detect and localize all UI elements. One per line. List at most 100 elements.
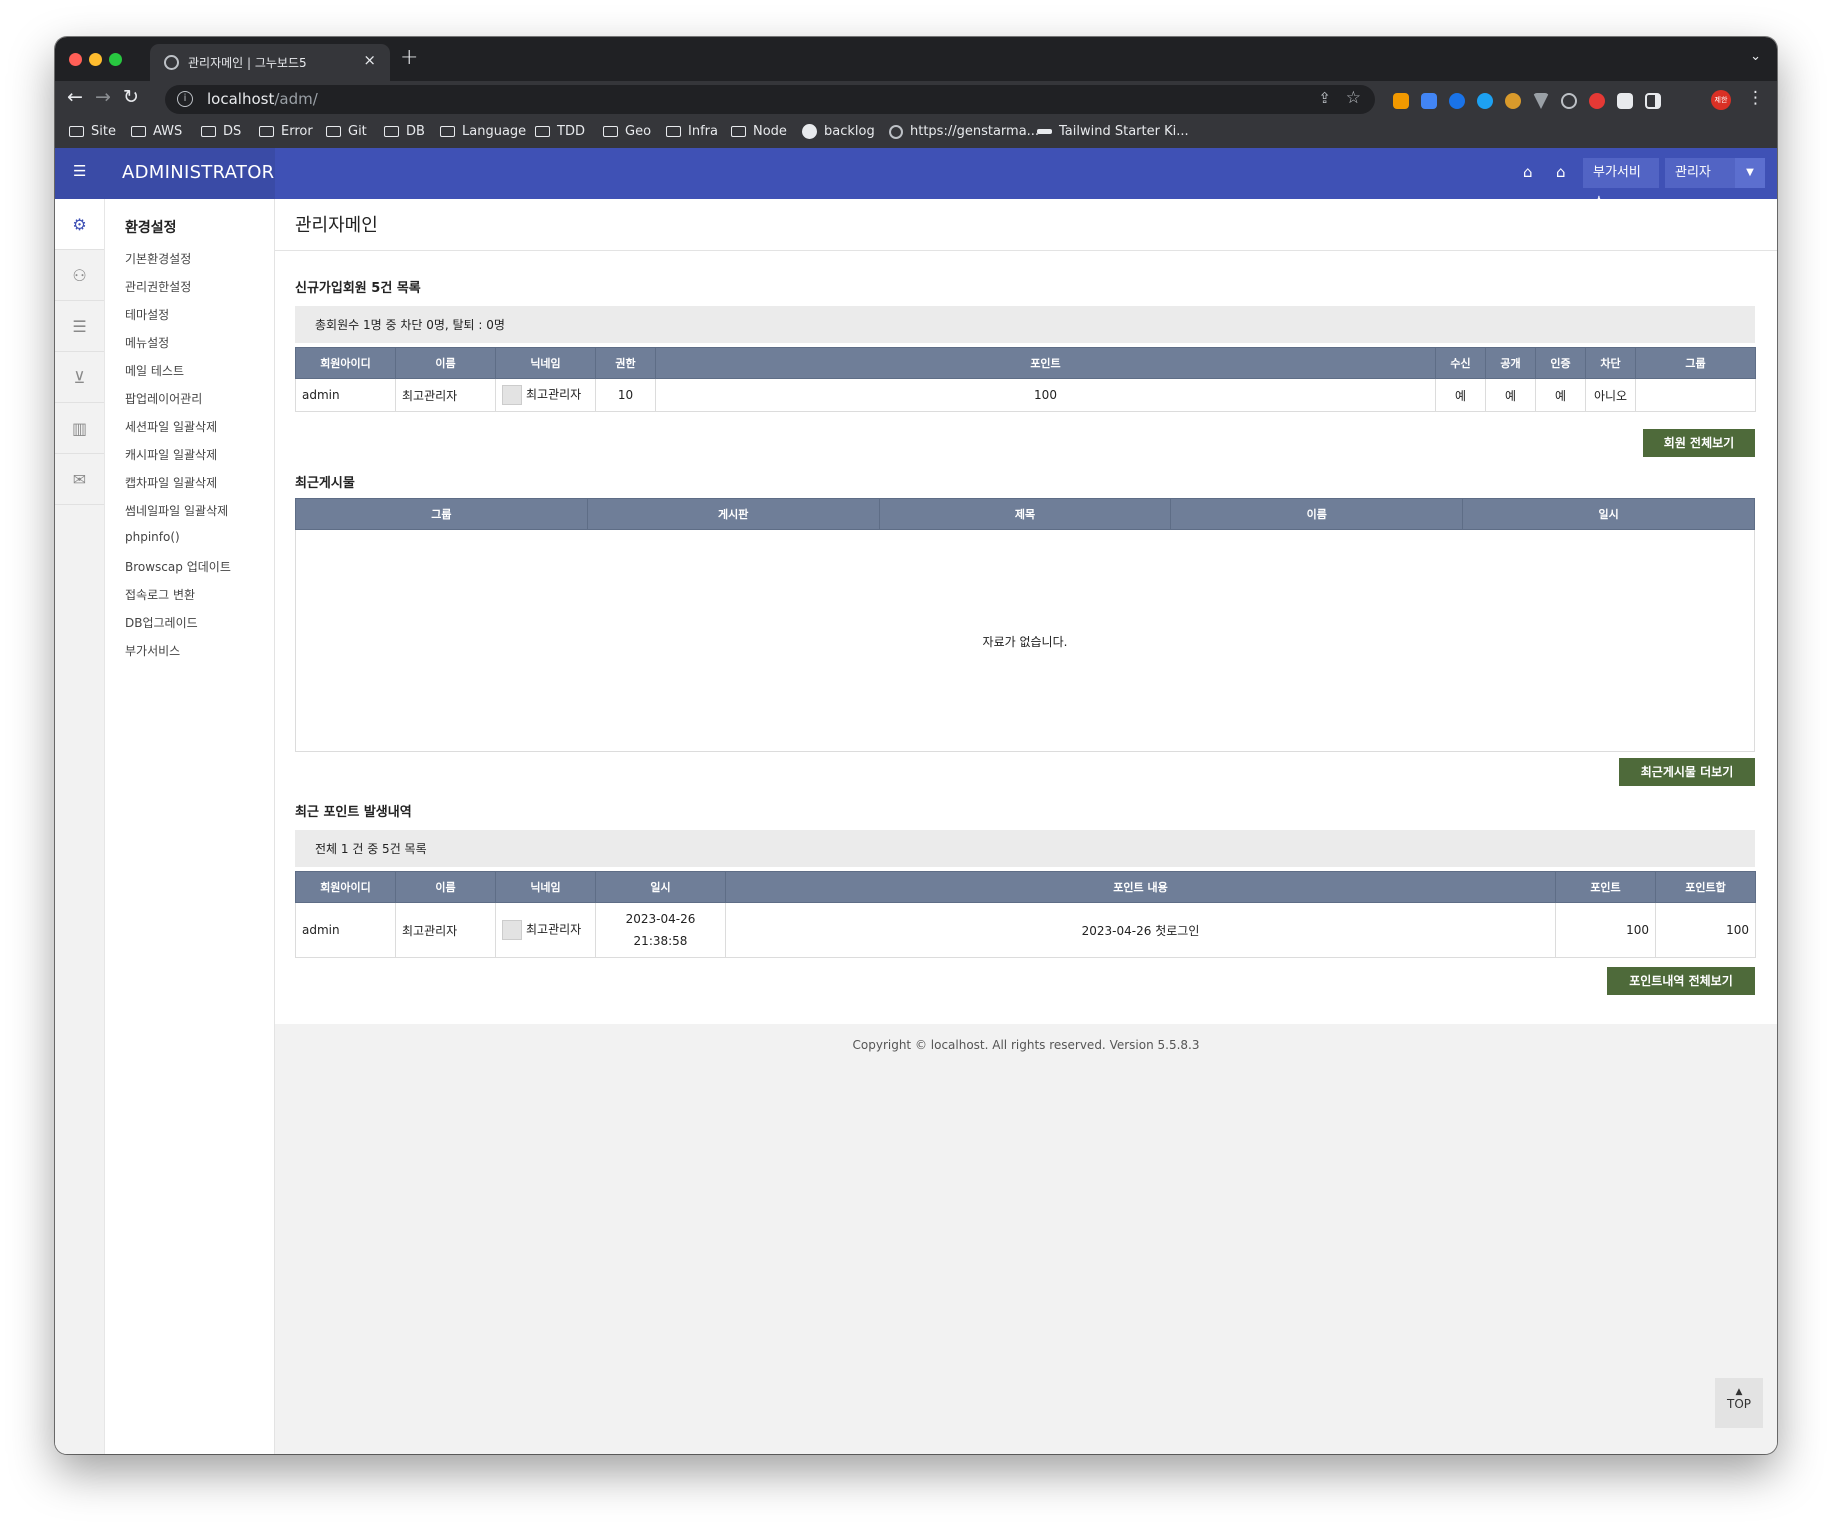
bookmark-site[interactable]: Site	[69, 124, 116, 139]
posts-empty-message: 자료가 없습니다.	[295, 530, 1755, 752]
avatar	[502, 920, 522, 940]
avatar	[502, 385, 522, 405]
bookmark-tdd[interactable]: TDD	[535, 124, 585, 139]
back-button[interactable]: ←	[67, 86, 83, 108]
user-icon[interactable]: ⚇	[55, 250, 104, 301]
extension-translate-icon[interactable]	[1421, 93, 1437, 109]
bookmark-backlog[interactable]: backlog	[802, 124, 875, 139]
all-points-button[interactable]: 포인트내역 전체보기	[1607, 967, 1755, 995]
chevron-down-icon[interactable]: ⌄	[1750, 49, 1761, 64]
member-name: 최고관리자	[395, 378, 496, 412]
col-header: 그룹	[1635, 347, 1756, 379]
admin-header: ☰ ADMINISTRATOR ⌂ ⌂ 부가서비스 관리자 ▼	[55, 148, 1777, 210]
bookmark-git[interactable]: Git	[326, 124, 367, 139]
cart-icon[interactable]: ⊻	[55, 352, 104, 403]
sidebar-item[interactable]: 메일 테스트	[125, 362, 231, 390]
chart-icon[interactable]: ▥	[55, 403, 104, 454]
sidebar-item[interactable]: 팝업레이어관리	[125, 390, 231, 418]
bookmark-star-icon[interactable]: ☆	[1346, 88, 1361, 108]
sidebar-item[interactable]: 메뉴설정	[125, 334, 231, 362]
sidebar-item[interactable]: 관리권한설정	[125, 278, 231, 306]
forward-button[interactable]: →	[95, 86, 111, 108]
bookmark-tailwind[interactable]: Tailwind Starter Ki...	[1037, 124, 1189, 139]
side-panel-icon[interactable]	[1645, 93, 1661, 109]
point-nick-cell[interactable]: 최고관리자	[495, 902, 596, 958]
sidebar-item[interactable]: 캡차파일 일괄삭제	[125, 474, 231, 502]
admin-menu-button[interactable]: 관리자	[1665, 158, 1735, 188]
sidebar-item[interactable]: 세션파일 일괄삭제	[125, 418, 231, 446]
extension-vue-icon[interactable]	[1533, 93, 1549, 109]
bookmark-genstarma[interactable]: https://genstarma...	[889, 124, 1039, 139]
sidebar-item[interactable]: 기본환경설정	[125, 250, 231, 278]
bookmark-ds[interactable]: DS	[201, 124, 241, 139]
info-icon[interactable]: i	[177, 91, 193, 107]
minimize-window-button[interactable]	[89, 53, 102, 66]
home-icon[interactable]: ⌂	[1556, 163, 1566, 181]
member-nick-cell[interactable]: 최고관리자	[495, 378, 596, 412]
extension-cloud-icon[interactable]	[1477, 93, 1493, 109]
bookmark-aws[interactable]: AWS	[131, 124, 182, 139]
extension-react-icon[interactable]	[1561, 93, 1577, 109]
scroll-top-button[interactable]: ▲ TOP	[1715, 1378, 1763, 1428]
close-tab-icon[interactable]: ×	[363, 51, 376, 69]
address-bar[interactable]: i localhost/adm/ ⇪ ☆	[165, 85, 1375, 114]
bookmark-db[interactable]: DB	[384, 124, 425, 139]
extension-pencil-icon[interactable]	[1393, 93, 1409, 109]
col-header: 권한	[595, 347, 656, 379]
brand-title[interactable]: ADMINISTRATOR	[122, 162, 274, 183]
bookmark-error[interactable]: Error	[259, 124, 313, 139]
mail-icon[interactable]: ✉	[55, 454, 104, 505]
point-content: 2023-04-26 첫로그인	[725, 902, 1556, 958]
sidebar-item[interactable]: 테마설정	[125, 306, 231, 334]
extension-check-icon[interactable]	[1449, 93, 1465, 109]
sidebar: 환경설정 기본환경설정 관리권한설정 테마설정 메뉴설정 메일 테스트 팝업레이…	[105, 199, 275, 1454]
all-members-button[interactable]: 회원 전체보기	[1643, 429, 1755, 457]
gear-icon[interactable]: ⚙	[55, 199, 104, 250]
sidebar-item[interactable]: Browscap 업데이트	[125, 558, 231, 586]
profile-avatar[interactable]: 제한	[1711, 90, 1731, 110]
recent-posts-title: 최근게시물	[295, 476, 355, 491]
zoom-window-button[interactable]	[109, 53, 122, 66]
extensions-puzzle-icon[interactable]	[1617, 93, 1633, 109]
title-bar: 관리자메인 | 그누보드5 × + ⌄	[55, 37, 1777, 81]
store-icon[interactable]: ⌂	[1523, 163, 1533, 181]
sidebar-item[interactable]: DB업그레이드	[125, 614, 231, 642]
bookmark-language[interactable]: Language	[440, 124, 526, 139]
new-tab-button[interactable]: +	[400, 45, 418, 70]
col-header: 차단	[1585, 347, 1636, 379]
extension-cookie-icon[interactable]	[1505, 93, 1521, 109]
sidebar-item[interactable]: 캐시파일 일괄삭제	[125, 446, 231, 474]
col-header: 일시	[1462, 498, 1755, 530]
addon-service-button[interactable]: 부가서비스	[1583, 158, 1659, 210]
sidebar-item[interactable]: 부가서비스	[125, 642, 231, 670]
col-header: 닉네임	[495, 871, 596, 903]
bookmark-infra[interactable]: Infra	[666, 124, 718, 139]
folder-icon	[666, 126, 681, 137]
share-icon[interactable]: ⇪	[1318, 89, 1331, 107]
browser-menu-icon[interactable]: ⋮	[1747, 88, 1764, 108]
list-icon[interactable]: ☰	[55, 301, 104, 352]
sidebar-menu: 기본환경설정 관리권한설정 테마설정 메뉴설정 메일 테스트 팝업레이어관리 세…	[125, 250, 231, 670]
point-datetime: 2023-04-26 21:38:58	[595, 902, 726, 958]
sidebar-item[interactable]: phpinfo()	[125, 530, 231, 558]
col-header: 회원아이디	[295, 871, 396, 903]
extension-redux-icon[interactable]	[1589, 93, 1605, 109]
bookmarks-bar: Site AWS DS Error Git DB Language TDD Ge…	[55, 116, 1777, 148]
github-icon	[802, 124, 817, 139]
bookmark-geo[interactable]: Geo	[603, 124, 651, 139]
folder-icon	[603, 126, 618, 137]
more-posts-button[interactable]: 최근게시물 더보기	[1619, 758, 1755, 786]
caret-down-icon[interactable]: ▼	[1735, 158, 1765, 188]
browser-tab[interactable]: 관리자메인 | 그누보드5 ×	[150, 44, 390, 81]
globe-icon	[164, 55, 179, 70]
menu-toggle-icon[interactable]: ☰	[73, 164, 87, 179]
close-window-button[interactable]	[69, 53, 82, 66]
reload-button[interactable]: ↻	[123, 86, 139, 108]
sidebar-item[interactable]: 썸네일파일 일괄삭제	[125, 502, 231, 530]
page-title: 관리자메인	[275, 199, 1777, 251]
member-id[interactable]: admin	[295, 378, 396, 412]
point-member-id[interactable]: admin	[295, 902, 396, 958]
col-header: 이름	[1170, 498, 1464, 530]
bookmark-node[interactable]: Node	[731, 124, 787, 139]
sidebar-item[interactable]: 접속로그 변환	[125, 586, 231, 614]
